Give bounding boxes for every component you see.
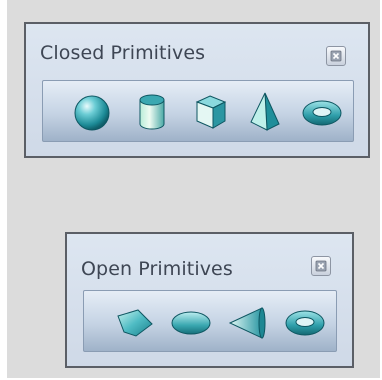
open-disk-icon[interactable] [170,300,212,344]
closed-primitives-title: Closed Primitives [40,42,206,64]
open-primitives-icon-bar [83,290,337,352]
close-open-primitives-button[interactable] [311,256,331,276]
close-icon [315,260,327,272]
torus-icon[interactable] [301,90,343,134]
open-plane-icon[interactable] [114,300,156,344]
close-closed-primitives-button[interactable] [326,46,346,66]
sphere-icon[interactable] [71,90,113,134]
open-primitives-title: Open Primitives [81,258,233,280]
open-cone-icon[interactable] [226,300,268,344]
close-icon [330,50,342,62]
cube-icon[interactable] [189,90,231,134]
open-torus-icon[interactable] [284,300,326,344]
closed-primitives-icon-bar [42,80,354,142]
cylinder-icon[interactable] [131,90,173,134]
closed-primitives-toolbar[interactable]: Closed Primitives [24,22,370,158]
open-primitives-toolbar[interactable]: Open Primitives [65,232,354,368]
cone-icon[interactable] [245,90,287,134]
